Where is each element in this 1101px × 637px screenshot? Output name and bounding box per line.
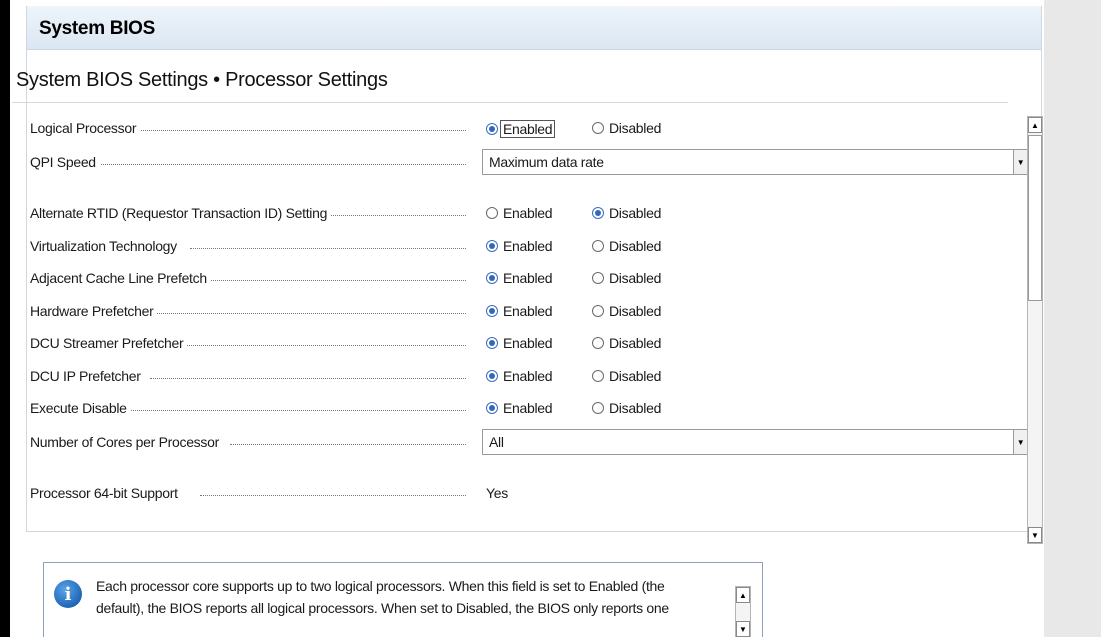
radio-execute-disable-enabled[interactable]: Enabled	[486, 400, 553, 416]
setting-row-dcu-ip: DCU IP Prefetcher Enabled Disabled	[30, 368, 690, 388]
radio-label: Disabled	[609, 400, 662, 416]
setting-row-dcu-streamer: DCU Streamer Prefetcher Enabled Disabled	[30, 335, 690, 355]
processor-64bit-value: Yes	[486, 485, 508, 501]
radio-label: Disabled	[609, 335, 662, 351]
scroll-down-icon[interactable]: ▼	[1028, 527, 1042, 543]
setting-row-hardware-prefetcher: Hardware Prefetcher Enabled Disabled	[30, 303, 690, 323]
setting-row-qpi-speed: QPI Speed	[30, 154, 470, 174]
setting-label: Execute Disable	[30, 400, 131, 416]
radio-unchecked-icon	[592, 337, 604, 349]
select-value: All	[489, 434, 504, 450]
setting-row-cores-per-processor: Number of Cores per Processor	[30, 434, 470, 454]
radio-checked-icon	[486, 337, 498, 349]
qpi-speed-select[interactable]: Maximum data rate ▼	[482, 149, 1028, 175]
setting-row-logical-processor: Logical Processor Enabled Disabled	[30, 120, 690, 140]
settings-scrollbar[interactable]: ▲ ▼	[1027, 116, 1043, 544]
radio-dcu-ip-disabled[interactable]: Disabled	[592, 368, 661, 384]
radio-checked-icon	[486, 305, 498, 317]
setting-label: Hardware Prefetcher	[30, 303, 158, 319]
radio-adjacent-cache-disabled[interactable]: Disabled	[592, 270, 661, 286]
radio-dcu-streamer-enabled[interactable]: Enabled	[486, 335, 553, 351]
radio-label: Enabled	[503, 205, 553, 221]
radio-virtualization-enabled[interactable]: Enabled	[486, 238, 553, 254]
radio-label: Enabled	[503, 303, 553, 319]
radio-unchecked-icon	[486, 207, 498, 219]
setting-row-execute-disable: Execute Disable Enabled Disabled	[30, 400, 690, 420]
radio-label: Enabled	[500, 120, 556, 138]
setting-label: Adjacent Cache Line Prefetch	[30, 270, 211, 286]
radio-checked-icon	[486, 240, 498, 252]
radio-execute-disable-disabled[interactable]: Disabled	[592, 400, 661, 416]
scroll-down-icon[interactable]: ▼	[736, 621, 750, 637]
help-panel: i Each processor core supports up to two…	[43, 562, 763, 637]
scroll-thumb[interactable]	[1028, 135, 1042, 301]
right-background	[1044, 0, 1101, 637]
setting-label: Processor 64-bit Support	[30, 485, 182, 501]
radio-checked-icon	[486, 123, 498, 135]
dropdown-arrow-icon[interactable]: ▼	[1013, 150, 1027, 174]
page-header-title: System BIOS	[39, 18, 156, 39]
radio-label: Disabled	[609, 205, 662, 221]
help-scrollbar[interactable]: ▲ ▼	[735, 586, 751, 637]
scroll-up-icon[interactable]: ▲	[1028, 117, 1042, 133]
radio-unchecked-icon	[592, 305, 604, 317]
radio-logical-processor-disabled[interactable]: Disabled	[592, 120, 661, 136]
radio-hardware-prefetcher-enabled[interactable]: Enabled	[486, 303, 553, 319]
radio-unchecked-icon	[592, 272, 604, 284]
radio-logical-processor-enabled[interactable]: Enabled	[486, 120, 556, 138]
help-text: Each processor core supports up to two l…	[96, 578, 669, 616]
radio-adjacent-cache-enabled[interactable]: Enabled	[486, 270, 553, 286]
radio-checked-icon	[486, 402, 498, 414]
window-left-border	[0, 0, 10, 637]
radio-checked-icon	[486, 370, 498, 382]
setting-label: QPI Speed	[30, 154, 100, 170]
radio-label: Enabled	[503, 368, 553, 384]
setting-label: Logical Processor	[30, 120, 141, 136]
page-subtitle: System BIOS Settings • Processor Setting…	[16, 69, 388, 91]
info-icon: i	[54, 580, 82, 608]
subtitle-divider	[12, 102, 1008, 103]
setting-row-alternate-rtid: Alternate RTID (Requestor Transaction ID…	[30, 205, 690, 225]
radio-label: Disabled	[609, 368, 662, 384]
setting-row-processor-64bit: Processor 64-bit Support	[30, 485, 470, 505]
radio-hardware-prefetcher-disabled[interactable]: Disabled	[592, 303, 661, 319]
radio-label: Enabled	[503, 270, 553, 286]
setting-label: DCU IP Prefetcher	[30, 368, 145, 384]
radio-unchecked-icon	[592, 402, 604, 414]
radio-unchecked-icon	[592, 122, 604, 134]
radio-label: Enabled	[503, 238, 553, 254]
setting-row-virtualization: Virtualization Technology Enabled Disabl…	[30, 238, 690, 258]
radio-label: Disabled	[609, 120, 662, 136]
radio-checked-icon	[592, 207, 604, 219]
radio-alternate-rtid-disabled[interactable]: Disabled	[592, 205, 661, 221]
setting-row-adjacent-cache: Adjacent Cache Line Prefetch Enabled Dis…	[30, 270, 690, 290]
setting-label: DCU Streamer Prefetcher	[30, 335, 188, 351]
radio-label: Enabled	[503, 335, 553, 351]
setting-label: Alternate RTID (Requestor Transaction ID…	[30, 205, 332, 221]
dropdown-arrow-icon[interactable]: ▼	[1013, 430, 1027, 454]
radio-label: Disabled	[609, 238, 662, 254]
select-value: Maximum data rate	[489, 154, 604, 170]
radio-label: Disabled	[609, 270, 662, 286]
radio-virtualization-disabled[interactable]: Disabled	[592, 238, 661, 254]
radio-alternate-rtid-enabled[interactable]: Enabled	[486, 205, 553, 221]
header-bar: System BIOS	[27, 6, 1041, 50]
radio-unchecked-icon	[592, 240, 604, 252]
radio-label: Enabled	[503, 400, 553, 416]
radio-dcu-ip-enabled[interactable]: Enabled	[486, 368, 553, 384]
radio-unchecked-icon	[592, 370, 604, 382]
radio-checked-icon	[486, 272, 498, 284]
radio-dcu-streamer-disabled[interactable]: Disabled	[592, 335, 661, 351]
radio-label: Disabled	[609, 303, 662, 319]
setting-label: Virtualization Technology	[30, 238, 181, 254]
cores-per-processor-select[interactable]: All ▼	[482, 429, 1028, 455]
scroll-up-icon[interactable]: ▲	[736, 587, 750, 603]
setting-label: Number of Cores per Processor	[30, 434, 223, 450]
left-gutter	[10, 0, 26, 637]
